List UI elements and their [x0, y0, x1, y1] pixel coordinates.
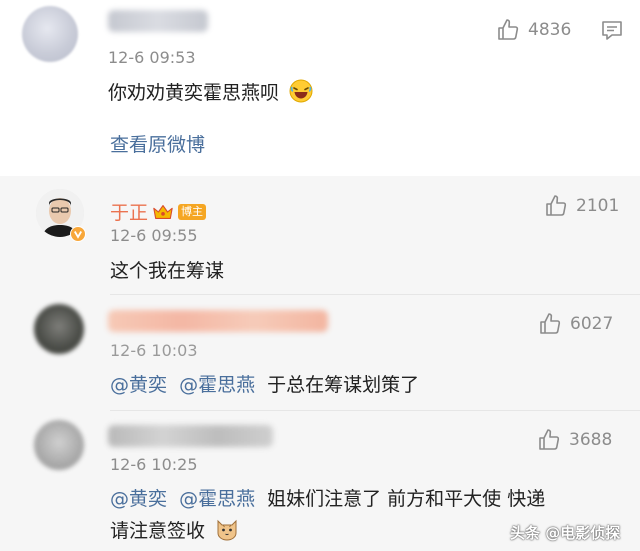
divider — [110, 410, 640, 411]
blogger-badge: 博主 — [178, 203, 207, 220]
like-button[interactable]: 6027 — [538, 312, 613, 336]
thumbs-up-icon — [546, 195, 567, 216]
thumbs-up-icon — [498, 19, 519, 40]
mention-link[interactable]: @霍思燕 — [179, 374, 255, 396]
laughing-emoji-icon — [289, 79, 313, 108]
verified-v-icon — [70, 226, 86, 242]
like-count: 2101 — [576, 196, 620, 216]
mention-link[interactable]: @霍思燕 — [179, 488, 255, 510]
cat-emoji-icon — [215, 517, 239, 546]
thumbs-up-icon — [539, 429, 560, 450]
mention-link[interactable]: @黄奕 — [110, 374, 167, 396]
reply-time: 12-6 10:03 — [110, 341, 198, 360]
reply-text-line2: 请注意签收 — [110, 516, 239, 546]
like-count: 4836 — [528, 20, 572, 40]
username-blurred[interactable] — [108, 10, 208, 32]
like-button[interactable]: 2101 — [544, 194, 619, 218]
reply-username[interactable]: 于正 博主 — [110, 198, 207, 225]
reply-text: 这个我在筹谋 — [110, 260, 225, 282]
username-blurred[interactable] — [108, 425, 273, 447]
avatar[interactable] — [22, 6, 78, 62]
reply-text: @黄奕 @霍思燕 姐妹们注意了 前方和平大使 快递 — [110, 488, 546, 510]
comment-icon[interactable] — [600, 18, 624, 42]
thumbs-up-icon — [540, 313, 561, 334]
like-count: 6027 — [570, 314, 614, 334]
divider — [110, 294, 640, 295]
like-button[interactable]: 4836 — [496, 18, 571, 42]
reply-time: 12-6 09:55 — [110, 226, 198, 245]
reply-text: @黄奕 @霍思燕 于总在筹谋划策了 — [110, 374, 420, 396]
avatar[interactable] — [34, 420, 84, 470]
avatar[interactable] — [34, 304, 84, 354]
comment-time: 12-6 09:53 — [108, 48, 196, 67]
view-original-link[interactable]: 查看原微博 — [110, 130, 205, 157]
mention-link[interactable]: @黄奕 — [110, 488, 167, 510]
reply-time: 12-6 10:25 — [110, 455, 198, 474]
crown-icon — [153, 204, 173, 219]
username-blurred[interactable] — [108, 310, 328, 332]
like-count: 3688 — [569, 430, 613, 450]
like-button[interactable]: 3688 — [537, 428, 612, 452]
comment-text: 你劝劝黄奕霍思燕呗 — [108, 78, 313, 108]
watermark: 头条 @电影侦探 — [510, 524, 621, 542]
